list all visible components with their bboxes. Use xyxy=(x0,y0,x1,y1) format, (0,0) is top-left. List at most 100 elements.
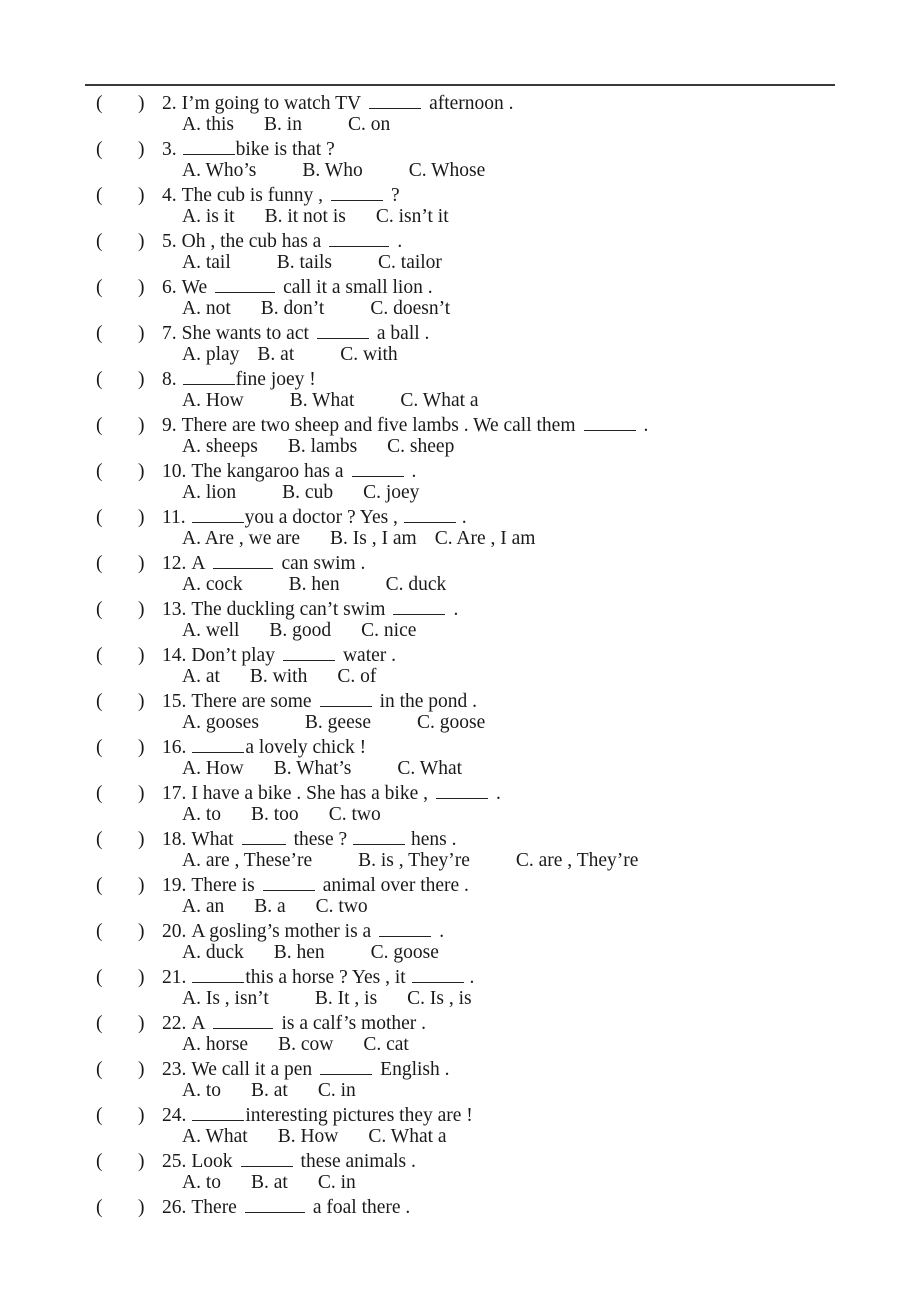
answer-bracket-close[interactable]: ) xyxy=(138,184,160,207)
option-choice[interactable]: A. this xyxy=(182,113,234,136)
option-choice[interactable]: A. Are , we are xyxy=(182,527,300,550)
option-choice[interactable]: C. with xyxy=(340,343,397,366)
option-choice[interactable]: C. are , They’re xyxy=(516,849,639,872)
answer-blank[interactable] xyxy=(411,964,464,983)
option-choice[interactable]: C. in xyxy=(318,1171,356,1194)
option-choice[interactable]: A. play xyxy=(182,343,239,366)
answer-blank[interactable] xyxy=(379,918,432,937)
option-choice[interactable]: B. hen xyxy=(274,941,325,964)
option-choice[interactable]: B. How xyxy=(278,1125,339,1148)
answer-bracket-open[interactable]: ( xyxy=(96,1150,110,1173)
option-choice[interactable]: C. in xyxy=(318,1079,356,1102)
answer-bracket-open[interactable]: ( xyxy=(96,368,110,391)
answer-blank[interactable] xyxy=(244,1194,305,1213)
option-choice[interactable]: A. to xyxy=(182,803,221,826)
answer-bracket-open[interactable]: ( xyxy=(96,598,110,621)
option-choice[interactable]: A. tail xyxy=(182,251,231,274)
answer-blank[interactable] xyxy=(241,826,286,845)
option-choice[interactable]: C. nice xyxy=(361,619,416,642)
option-choice[interactable]: A. lion xyxy=(182,481,236,504)
answer-blank[interactable] xyxy=(436,780,489,799)
answer-bracket-open[interactable]: ( xyxy=(96,506,110,529)
answer-bracket-close[interactable]: ) xyxy=(138,552,160,575)
answer-blank[interactable] xyxy=(330,182,383,201)
answer-bracket-open[interactable]: ( xyxy=(96,276,110,299)
answer-blank[interactable] xyxy=(319,688,372,707)
option-choice[interactable]: B. It , is xyxy=(315,987,377,1010)
option-choice[interactable]: A. Is , isn’t xyxy=(182,987,269,1010)
answer-blank[interactable] xyxy=(213,1010,274,1029)
option-choice[interactable]: B. is , They’re xyxy=(358,849,470,872)
answer-blank[interactable] xyxy=(353,826,406,845)
option-choice[interactable]: A. duck xyxy=(182,941,244,964)
answer-blank[interactable] xyxy=(192,1102,245,1121)
option-choice[interactable]: A. is it xyxy=(182,205,235,228)
answer-bracket-open[interactable]: ( xyxy=(96,828,110,851)
option-choice[interactable]: A. not xyxy=(182,297,231,320)
option-choice[interactable]: C. joey xyxy=(363,481,419,504)
option-choice[interactable]: A. cock xyxy=(182,573,243,596)
answer-bracket-close[interactable]: ) xyxy=(138,1196,160,1219)
answer-bracket-open[interactable]: ( xyxy=(96,552,110,575)
option-choice[interactable]: C. two xyxy=(316,895,368,918)
answer-bracket-open[interactable]: ( xyxy=(96,230,110,253)
answer-bracket-close[interactable]: ) xyxy=(138,690,160,713)
answer-bracket-close[interactable]: ) xyxy=(138,92,160,115)
answer-blank[interactable] xyxy=(282,642,335,661)
answer-bracket-close[interactable]: ) xyxy=(138,920,160,943)
answer-bracket-open[interactable]: ( xyxy=(96,644,110,667)
answer-bracket-close[interactable]: ) xyxy=(138,276,160,299)
answer-bracket-open[interactable]: ( xyxy=(96,322,110,345)
answer-blank[interactable] xyxy=(213,550,274,569)
option-choice[interactable]: C. What a xyxy=(368,1125,446,1148)
option-choice[interactable]: B. a xyxy=(254,895,285,918)
option-choice[interactable]: B. at xyxy=(257,343,294,366)
option-choice[interactable]: A. are , These’re xyxy=(182,849,312,872)
option-choice[interactable]: C. goose xyxy=(371,941,439,964)
option-choice[interactable]: C. goose xyxy=(417,711,485,734)
answer-bracket-close[interactable]: ) xyxy=(138,828,160,851)
answer-bracket-close[interactable]: ) xyxy=(138,1012,160,1035)
option-choice[interactable]: C. doesn’t xyxy=(370,297,450,320)
answer-bracket-open[interactable]: ( xyxy=(96,782,110,805)
answer-blank[interactable] xyxy=(215,274,276,293)
option-choice[interactable]: C. Whose xyxy=(409,159,486,182)
answer-bracket-close[interactable]: ) xyxy=(138,138,160,161)
answer-bracket-close[interactable]: ) xyxy=(138,874,160,897)
answer-bracket-close[interactable]: ) xyxy=(138,966,160,989)
answer-blank[interactable] xyxy=(320,1056,373,1075)
answer-bracket-close[interactable]: ) xyxy=(138,506,160,529)
option-choice[interactable]: A. well xyxy=(182,619,239,642)
option-choice[interactable]: B. too xyxy=(251,803,299,826)
option-choice[interactable]: B. at xyxy=(251,1171,288,1194)
answer-blank[interactable] xyxy=(192,734,245,753)
option-choice[interactable]: A. at xyxy=(182,665,220,688)
answer-bracket-close[interactable]: ) xyxy=(138,460,160,483)
option-choice[interactable]: C. Are , I am xyxy=(435,527,536,550)
option-choice[interactable]: B. tails xyxy=(277,251,332,274)
answer-bracket-open[interactable]: ( xyxy=(96,874,110,897)
option-choice[interactable]: B. it not is xyxy=(265,205,346,228)
answer-blank[interactable] xyxy=(182,136,235,155)
option-choice[interactable]: B. Who xyxy=(302,159,362,182)
answer-bracket-open[interactable]: ( xyxy=(96,690,110,713)
answer-bracket-close[interactable]: ) xyxy=(138,1058,160,1081)
answer-blank[interactable] xyxy=(393,596,446,615)
option-choice[interactable]: C. sheep xyxy=(387,435,454,458)
answer-blank[interactable] xyxy=(369,90,422,109)
option-choice[interactable]: C. two xyxy=(329,803,381,826)
option-choice[interactable]: C. duck xyxy=(386,573,447,596)
option-choice[interactable]: A. gooses xyxy=(182,711,259,734)
option-choice[interactable]: A. sheeps xyxy=(182,435,258,458)
option-choice[interactable]: A. How xyxy=(182,389,244,412)
answer-bracket-close[interactable]: ) xyxy=(138,598,160,621)
answer-bracket-open[interactable]: ( xyxy=(96,920,110,943)
answer-bracket-close[interactable]: ) xyxy=(138,736,160,759)
answer-bracket-open[interactable]: ( xyxy=(96,414,110,437)
option-choice[interactable]: B. cow xyxy=(278,1033,333,1056)
option-choice[interactable]: B. lambs xyxy=(288,435,357,458)
answer-blank[interactable] xyxy=(192,964,245,983)
option-choice[interactable]: B. What xyxy=(290,389,355,412)
answer-bracket-open[interactable]: ( xyxy=(96,736,110,759)
answer-bracket-open[interactable]: ( xyxy=(96,1012,110,1035)
